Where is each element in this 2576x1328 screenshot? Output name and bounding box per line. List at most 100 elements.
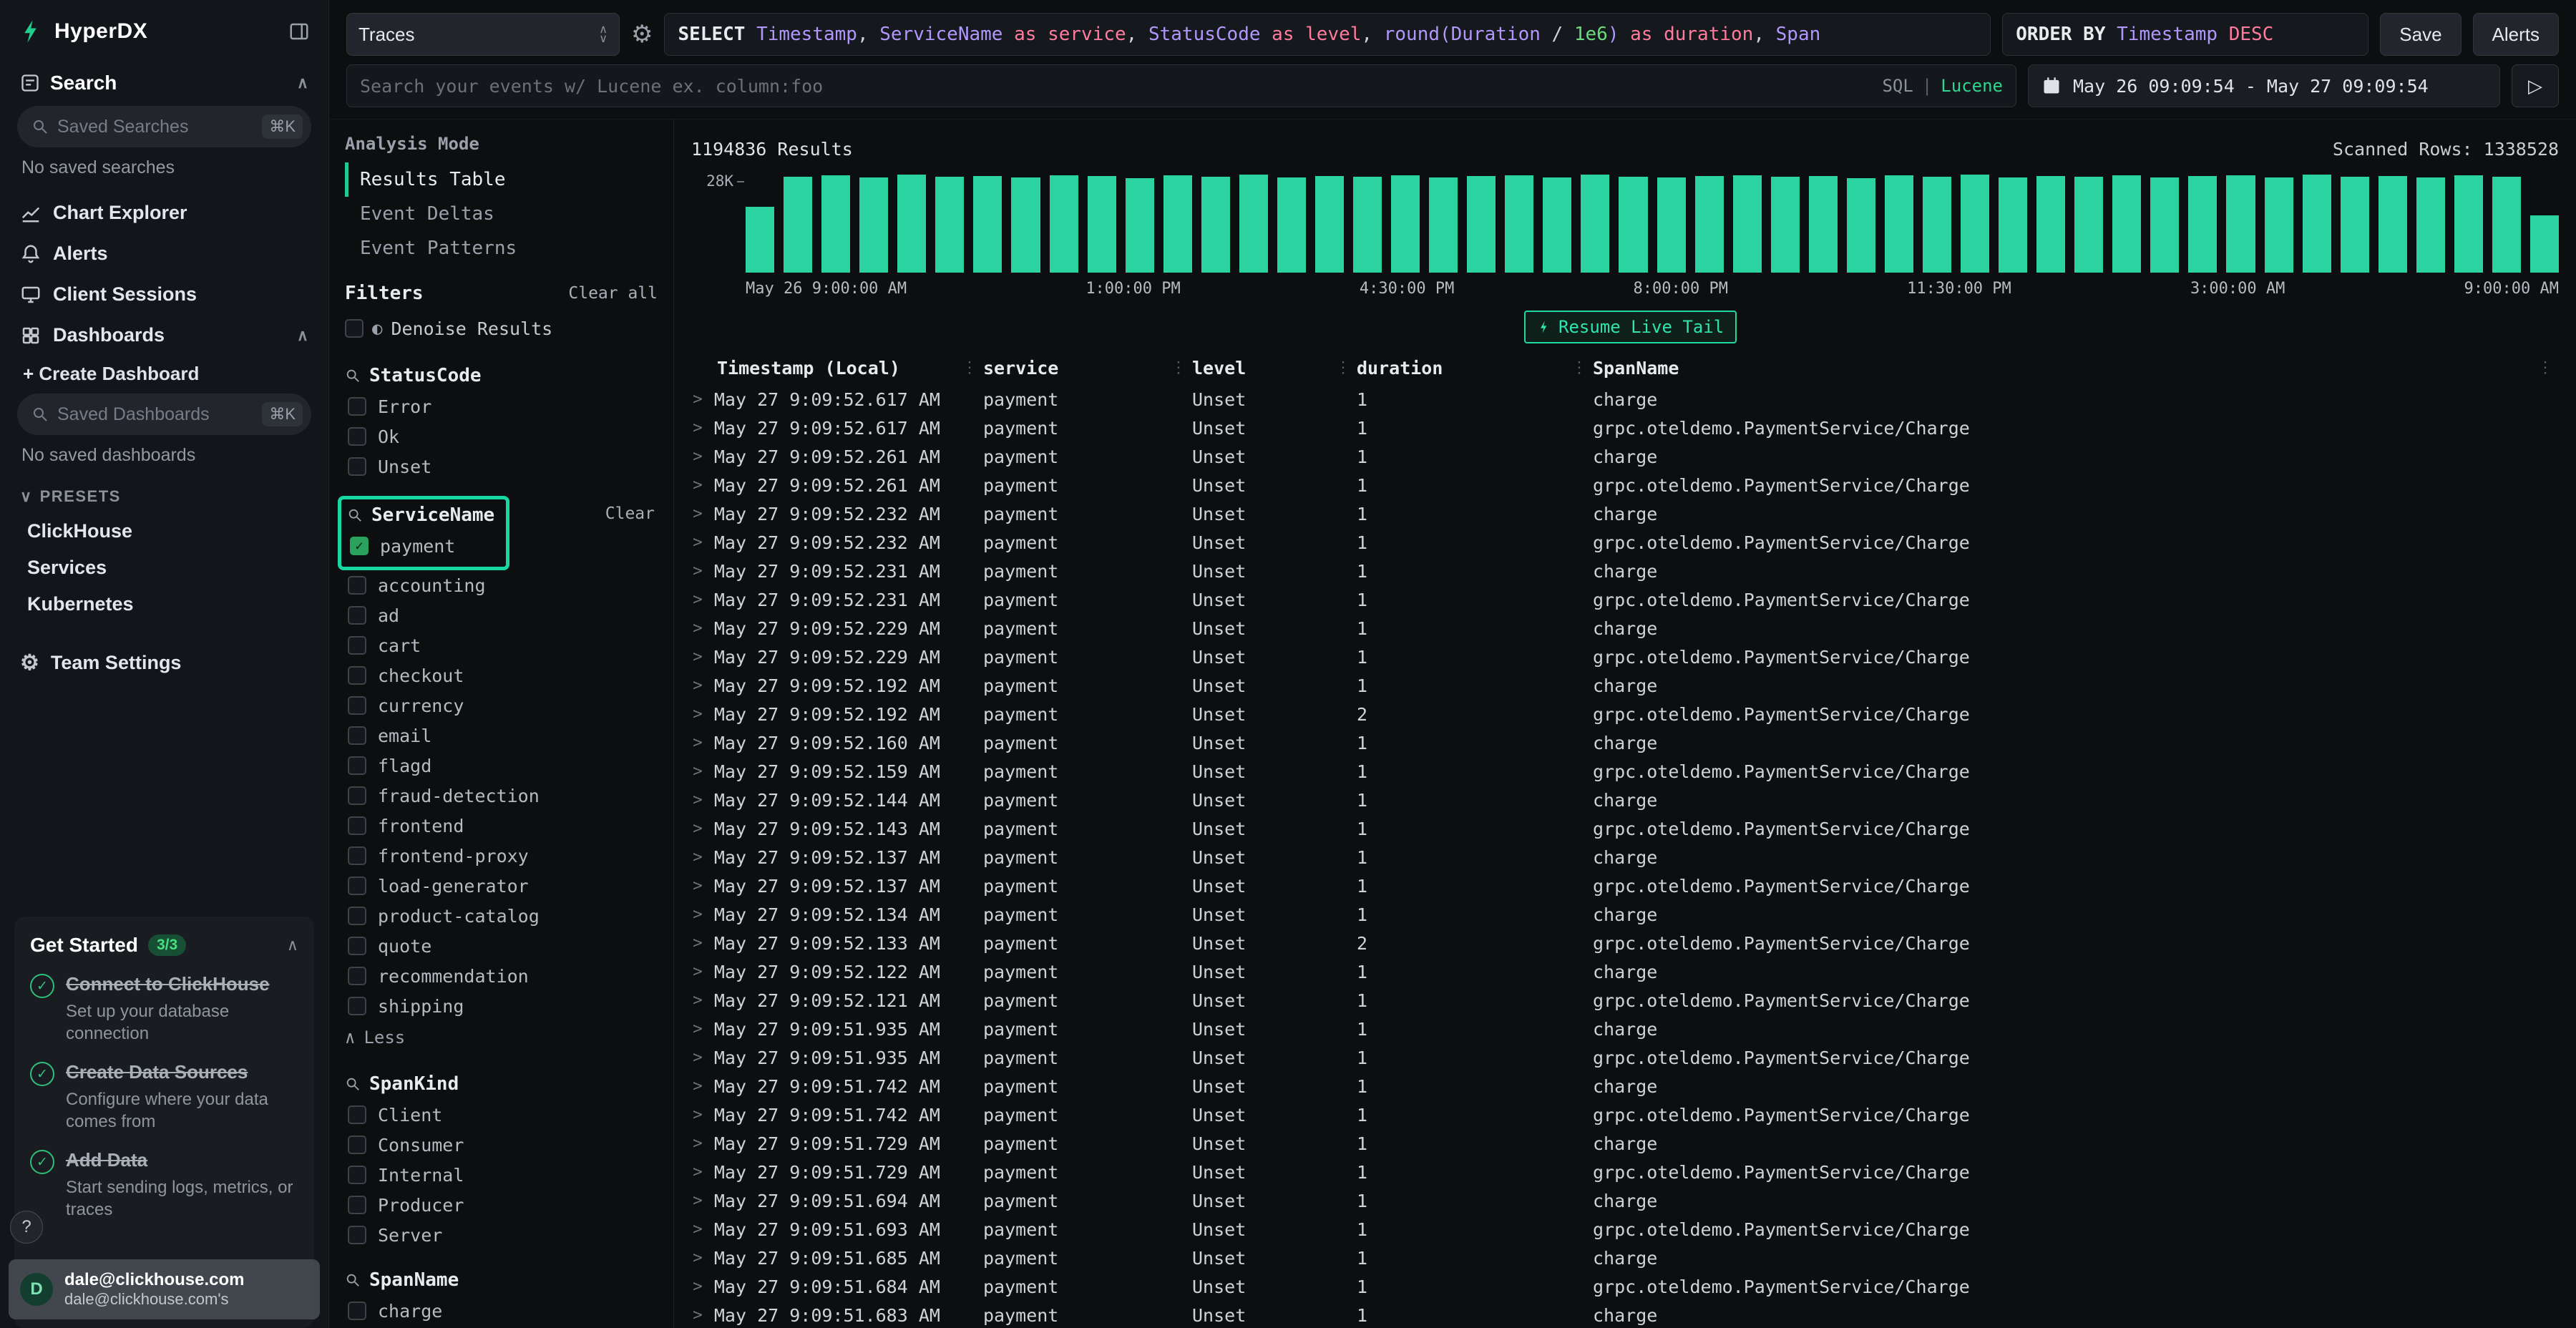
histogram-bar[interactable] bbox=[1695, 176, 1724, 273]
orderby-editor[interactable]: ORDER BY Timestamp DESC bbox=[2002, 13, 2368, 56]
analysis-mode-results-table[interactable]: Results Table bbox=[345, 162, 658, 197]
row-expand-chevron-icon[interactable]: > bbox=[693, 705, 703, 723]
histogram-bar[interactable] bbox=[1163, 175, 1192, 273]
checkbox[interactable] bbox=[348, 576, 366, 595]
table-row[interactable]: >May 27 9:09:51.935 AMpaymentUnset1grpc.… bbox=[691, 1043, 2559, 1072]
checkbox[interactable] bbox=[348, 1226, 366, 1244]
column-separator[interactable]: ⋮ bbox=[2537, 359, 2553, 377]
table-row[interactable]: >May 27 9:09:52.261 AMpaymentUnset1grpc.… bbox=[691, 471, 2559, 499]
row-expand-chevron-icon[interactable]: > bbox=[693, 676, 703, 695]
facet-item-currency[interactable]: currency bbox=[345, 690, 658, 721]
checkbox[interactable] bbox=[348, 937, 366, 955]
sidebar-item-dashboards[interactable]: Dashboards∧ bbox=[14, 315, 314, 356]
histogram-bar[interactable] bbox=[784, 177, 812, 273]
checkbox[interactable] bbox=[348, 666, 366, 685]
checkbox[interactable] bbox=[348, 1105, 366, 1124]
collapse-sidebar-icon[interactable] bbox=[288, 21, 310, 42]
checkbox[interactable] bbox=[348, 816, 366, 835]
histogram-bar[interactable] bbox=[1126, 178, 1154, 273]
histogram-bar[interactable] bbox=[1619, 177, 1647, 273]
table-row[interactable]: >May 27 9:09:52.159 AMpaymentUnset1grpc.… bbox=[691, 757, 2559, 786]
facet-item-ok[interactable]: Ok bbox=[345, 421, 658, 451]
table-row[interactable]: >May 27 9:09:52.144 AMpaymentUnset1charg… bbox=[691, 786, 2559, 814]
lucene-mode-toggle[interactable]: Lucene bbox=[1941, 76, 2003, 96]
save-button[interactable]: Save bbox=[2380, 13, 2461, 56]
histogram-bar[interactable] bbox=[1201, 177, 1230, 273]
row-expand-chevron-icon[interactable]: > bbox=[693, 762, 703, 781]
table-row[interactable]: >May 27 9:09:51.684 AMpaymentUnset1grpc.… bbox=[691, 1272, 2559, 1301]
facet-item-frontend-proxy[interactable]: frontend-proxy bbox=[345, 841, 658, 871]
table-row[interactable]: >May 27 9:09:52.229 AMpaymentUnset1grpc.… bbox=[691, 643, 2559, 671]
get-started-header[interactable]: Get Started 3/3 ∧ bbox=[30, 934, 298, 957]
sidebar-item-chart-explorer[interactable]: Chart Explorer bbox=[14, 192, 314, 233]
column-header-spanname[interactable]: SpanName⋮ bbox=[1593, 358, 2559, 379]
histogram-bar[interactable] bbox=[2074, 177, 2103, 273]
source-select[interactable]: Traces ∧∨ bbox=[346, 13, 620, 56]
histogram-bar[interactable] bbox=[2530, 215, 2559, 273]
table-row[interactable]: >May 27 9:09:52.134 AMpaymentUnset1charg… bbox=[691, 900, 2559, 929]
checkbox[interactable] bbox=[348, 997, 366, 1015]
facet-header[interactable]: SpanKind bbox=[345, 1068, 658, 1100]
checkbox[interactable] bbox=[348, 457, 366, 476]
facet-item-fraud-detection[interactable]: fraud-detection bbox=[345, 781, 658, 811]
checkbox[interactable] bbox=[348, 427, 366, 446]
histogram-bar[interactable] bbox=[1315, 176, 1344, 273]
table-row[interactable]: >May 27 9:09:52.232 AMpaymentUnset1grpc.… bbox=[691, 528, 2559, 557]
histogram-bar[interactable] bbox=[1429, 177, 1458, 273]
histogram-bar[interactable] bbox=[2150, 177, 2179, 273]
histogram-bar[interactable] bbox=[1999, 177, 2027, 273]
row-expand-chevron-icon[interactable]: > bbox=[693, 447, 703, 466]
histogram-bar[interactable] bbox=[2303, 175, 2331, 273]
row-expand-chevron-icon[interactable]: > bbox=[693, 791, 703, 809]
sidebar-item-kubernetes[interactable]: Kubernetes bbox=[14, 586, 314, 622]
column-header-duration[interactable]: duration⋮ bbox=[1357, 358, 1593, 379]
facet-item-accounting[interactable]: accounting bbox=[345, 570, 658, 600]
table-row[interactable]: >May 27 9:09:52.133 AMpaymentUnset2grpc.… bbox=[691, 929, 2559, 957]
row-expand-chevron-icon[interactable]: > bbox=[693, 962, 703, 981]
histogram-bar[interactable] bbox=[1847, 178, 1875, 273]
sidebar-item-services[interactable]: Services bbox=[14, 550, 314, 586]
histogram-bar[interactable] bbox=[1961, 175, 1989, 273]
facet-item-load-generator[interactable]: load-generator bbox=[345, 871, 658, 901]
table-row[interactable]: >May 27 9:09:52.137 AMpaymentUnset1grpc.… bbox=[691, 872, 2559, 900]
row-expand-chevron-icon[interactable]: > bbox=[693, 476, 703, 494]
sql-query-editor[interactable]: SELECT Timestamp, ServiceName as service… bbox=[664, 13, 1991, 56]
facet-clear-link[interactable]: Clear bbox=[605, 504, 655, 523]
histogram-bar[interactable] bbox=[1809, 176, 1838, 273]
column-header-level[interactable]: level⋮ bbox=[1192, 358, 1357, 379]
table-row[interactable]: >May 27 9:09:52.261 AMpaymentUnset1charg… bbox=[691, 442, 2559, 471]
histogram-bar[interactable] bbox=[2341, 177, 2369, 273]
facet-header[interactable]: SpanName bbox=[345, 1264, 658, 1296]
row-expand-chevron-icon[interactable]: > bbox=[693, 1134, 703, 1153]
clear-all-filters-link[interactable]: Clear all bbox=[568, 284, 658, 303]
column-separator[interactable]: ⋮ bbox=[1171, 359, 1186, 377]
row-expand-chevron-icon[interactable]: > bbox=[693, 1020, 703, 1038]
histogram-bar[interactable] bbox=[1050, 175, 1078, 273]
facet-item-internal[interactable]: Internal bbox=[345, 1160, 658, 1190]
row-expand-chevron-icon[interactable]: > bbox=[693, 819, 703, 838]
facet-item-client[interactable]: Client bbox=[345, 1100, 658, 1130]
row-expand-chevron-icon[interactable]: > bbox=[693, 905, 703, 924]
checkbox[interactable] bbox=[348, 1302, 366, 1320]
table-row[interactable]: >May 27 9:09:51.742 AMpaymentUnset1charg… bbox=[691, 1072, 2559, 1100]
table-row[interactable]: >May 27 9:09:51.694 AMpaymentUnset1charg… bbox=[691, 1186, 2559, 1215]
row-expand-chevron-icon[interactable]: > bbox=[693, 848, 703, 866]
checkbox[interactable] bbox=[348, 1196, 366, 1214]
histogram-bar[interactable] bbox=[1923, 177, 1951, 273]
table-row[interactable]: >May 27 9:09:52.232 AMpaymentUnset1charg… bbox=[691, 499, 2559, 528]
facet-item-checkout[interactable]: checkout bbox=[345, 660, 658, 690]
checkbox[interactable] bbox=[348, 606, 366, 625]
table-row[interactable]: >May 27 9:09:51.935 AMpaymentUnset1charg… bbox=[691, 1015, 2559, 1043]
table-row[interactable]: >May 27 9:09:51.729 AMpaymentUnset1charg… bbox=[691, 1129, 2559, 1158]
histogram-bar[interactable] bbox=[1088, 176, 1116, 273]
checkbox[interactable] bbox=[348, 1166, 366, 1184]
row-expand-chevron-icon[interactable]: > bbox=[693, 590, 703, 609]
histogram-bar[interactable] bbox=[1467, 176, 1496, 273]
user-menu[interactable]: D dale@clickhouse.com dale@clickhouse.co… bbox=[9, 1259, 320, 1319]
histogram-bar[interactable] bbox=[2492, 177, 2521, 273]
row-expand-chevron-icon[interactable]: > bbox=[693, 1277, 703, 1296]
histogram-bar[interactable] bbox=[1505, 175, 1533, 273]
row-expand-chevron-icon[interactable]: > bbox=[693, 1306, 703, 1324]
table-row[interactable]: >May 27 9:09:52.231 AMpaymentUnset1charg… bbox=[691, 557, 2559, 585]
resume-live-tail-button[interactable]: Resume Live Tail bbox=[1524, 311, 1737, 343]
